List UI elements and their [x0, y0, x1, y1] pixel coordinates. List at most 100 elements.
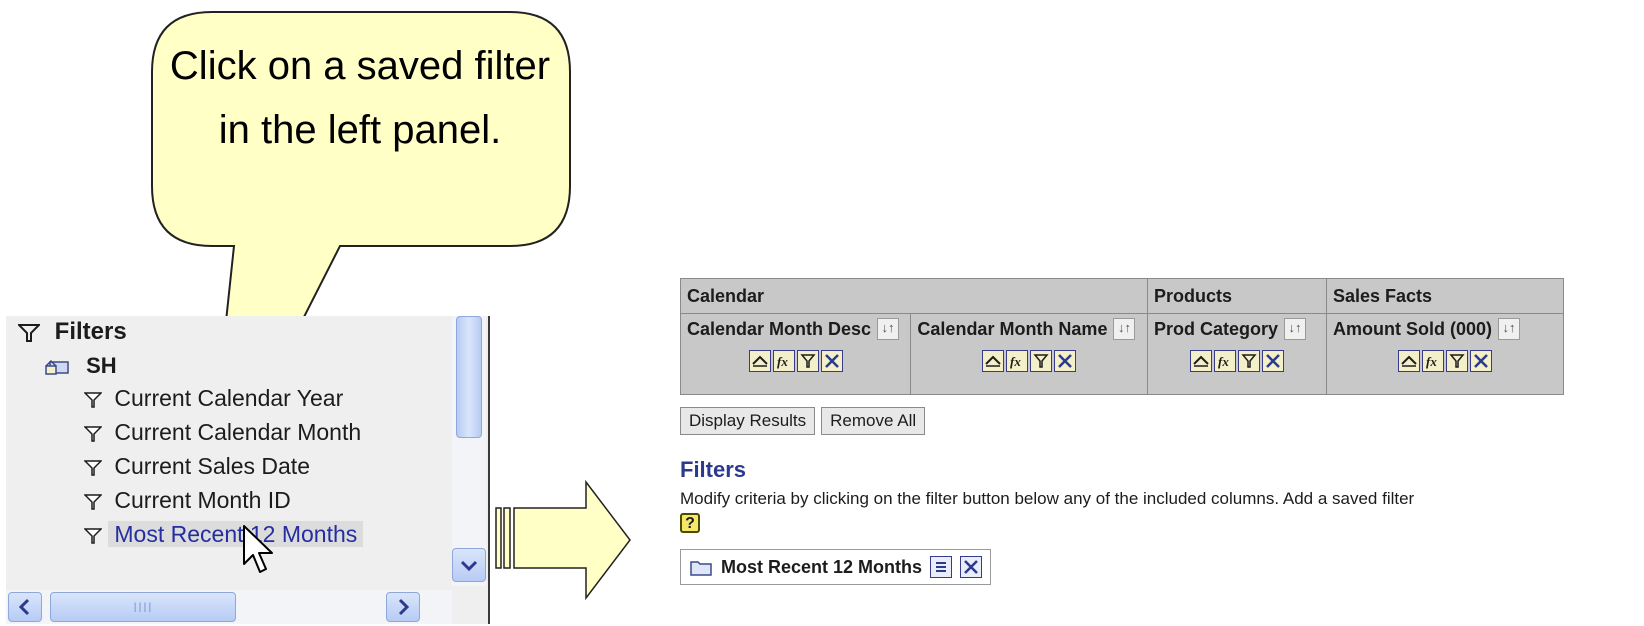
sort-button[interactable]: ↓↑ — [1113, 318, 1136, 340]
help-icon[interactable]: ? — [680, 513, 700, 533]
saved-filter-item[interactable]: Current Sales Date — [84, 450, 316, 482]
subject-area-label: SH — [86, 353, 117, 378]
criteria-actions: Display Results Remove All — [680, 407, 1564, 435]
column-name: Calendar Month Desc — [687, 318, 872, 339]
column-name: Amount Sold (000) — [1333, 318, 1493, 339]
catalog-panel: Filters SH Current Calendar Year Current… — [6, 316, 490, 624]
remove-column-button[interactable] — [1262, 350, 1284, 373]
criteria-table: Calendar Products Sales Facts Calendar M… — [680, 278, 1564, 395]
column-prod-category: Prod Category ↓↑ fx — [1147, 313, 1327, 395]
edit-formula-button[interactable]: fx — [1214, 350, 1236, 373]
vertical-scroll-thumb[interactable] — [456, 316, 482, 438]
properties-icon — [985, 355, 1001, 367]
column-properties-button[interactable] — [982, 350, 1005, 373]
column-calendar-month-desc: Calendar Month Desc ↓↑ fx — [680, 313, 912, 395]
formula-icon: fx — [1426, 354, 1437, 369]
properties-icon — [1401, 355, 1417, 367]
column-calendar-month-name: Calendar Month Name ↓↑ fx — [910, 313, 1148, 395]
saved-filter-item[interactable]: Current Calendar Month — [84, 416, 367, 448]
edit-formula-button[interactable]: fx — [1422, 350, 1444, 373]
filter-button[interactable] — [1238, 350, 1260, 373]
saved-filter-label: Current Sales Date — [114, 453, 310, 479]
close-icon — [1058, 354, 1073, 369]
chevron-right-icon — [398, 598, 410, 616]
subject-area-icon — [45, 360, 69, 375]
saved-filter-item[interactable]: Current Month ID — [84, 484, 297, 516]
criteria-panel: Calendar Products Sales Facts Calendar M… — [680, 278, 1564, 626]
sort-button[interactable]: ↓↑ — [1284, 318, 1307, 340]
svg-text:fx: fx — [1426, 354, 1437, 369]
chevron-left-icon — [18, 598, 30, 616]
svg-text:fx: fx — [1218, 354, 1229, 369]
vertical-scrollbar[interactable] — [452, 316, 486, 586]
horizontal-scroll-thumb[interactable]: IIII — [50, 592, 236, 622]
saved-filter-item-selected[interactable]: Most Recent 12 Months — [84, 518, 364, 550]
close-icon — [1266, 354, 1280, 369]
close-icon — [964, 560, 978, 574]
scroll-down-button[interactable] — [452, 548, 486, 582]
filter-icon — [1033, 354, 1049, 368]
svg-text:fx: fx — [777, 354, 788, 369]
saved-filter-item[interactable]: Current Calendar Year — [84, 382, 349, 414]
column-properties-button[interactable] — [748, 350, 771, 373]
saved-filter-label: Current Calendar Year — [114, 385, 344, 411]
filter-button[interactable] — [796, 350, 819, 373]
filter-button[interactable] — [1446, 350, 1468, 373]
saved-filter-label: Most Recent 12 Months — [108, 521, 364, 547]
column-properties-button[interactable] — [1190, 350, 1212, 373]
filter-icon — [1449, 354, 1465, 368]
svg-text:fx: fx — [1010, 354, 1021, 369]
transition-arrow — [495, 479, 631, 601]
remove-saved-filter-button[interactable] — [960, 556, 983, 578]
filter-icon — [84, 528, 102, 544]
column-properties-button[interactable] — [1398, 350, 1420, 373]
filter-icon — [84, 426, 102, 442]
folder-icon — [690, 561, 712, 576]
saved-filter-label: Current Month ID — [114, 487, 291, 513]
callout-text: Click on a saved filter in the left pane… — [169, 44, 551, 152]
group-header-calendar: Calendar — [680, 278, 1148, 314]
filter-icon — [84, 460, 102, 476]
mouse-pointer-icon — [243, 525, 273, 573]
saved-filter-entry: Most Recent 12 Months — [680, 549, 992, 585]
edit-saved-filter-button[interactable] — [930, 556, 953, 578]
filters-description: Modify criteria by clicking on the filte… — [680, 489, 1415, 508]
saved-filter-name: Most Recent 12 Months — [721, 556, 923, 577]
sort-button[interactable]: ↓↑ — [1498, 318, 1521, 340]
sort-button[interactable]: ↓↑ — [877, 318, 900, 340]
filters-folder[interactable]: Filters — [18, 316, 127, 348]
list-icon — [936, 562, 947, 572]
filter-icon — [84, 494, 102, 510]
filters-section-title: Filters — [680, 457, 747, 482]
remove-column-button[interactable] — [1470, 350, 1492, 373]
filter-button[interactable] — [1030, 350, 1053, 373]
scroll-left-button[interactable] — [8, 592, 42, 622]
remove-column-button[interactable] — [1054, 350, 1077, 373]
formula-icon: fx — [1218, 354, 1229, 369]
display-results-button[interactable]: Display Results — [680, 407, 816, 435]
edit-formula-button[interactable]: fx — [1006, 350, 1029, 373]
formula-icon: fx — [1010, 354, 1021, 369]
remove-column-button[interactable] — [820, 350, 843, 373]
chevron-down-icon — [460, 560, 478, 572]
scroll-right-button[interactable] — [386, 592, 420, 622]
edit-formula-button[interactable]: fx — [772, 350, 795, 373]
subject-area-sh[interactable]: SH — [44, 350, 117, 382]
properties-icon — [1193, 355, 1209, 367]
group-header-sales-facts: Sales Facts — [1326, 278, 1564, 314]
close-icon — [824, 354, 839, 369]
filter-icon — [800, 354, 816, 368]
funnel-icon — [18, 323, 40, 342]
group-header-products: Products — [1147, 278, 1327, 314]
filter-icon — [1241, 354, 1257, 368]
column-name: Prod Category — [1154, 318, 1279, 339]
properties-icon — [751, 355, 768, 367]
filters-folder-label: Filters — [54, 318, 127, 345]
column-amount-sold: Amount Sold (000) ↓↑ fx — [1326, 313, 1564, 395]
horizontal-scrollbar[interactable]: IIII — [6, 590, 452, 624]
column-name: Calendar Month Name — [917, 318, 1108, 339]
close-icon — [1474, 354, 1488, 369]
remove-all-button[interactable]: Remove All — [821, 407, 926, 435]
formula-icon: fx — [777, 354, 788, 369]
filter-icon — [84, 392, 102, 408]
